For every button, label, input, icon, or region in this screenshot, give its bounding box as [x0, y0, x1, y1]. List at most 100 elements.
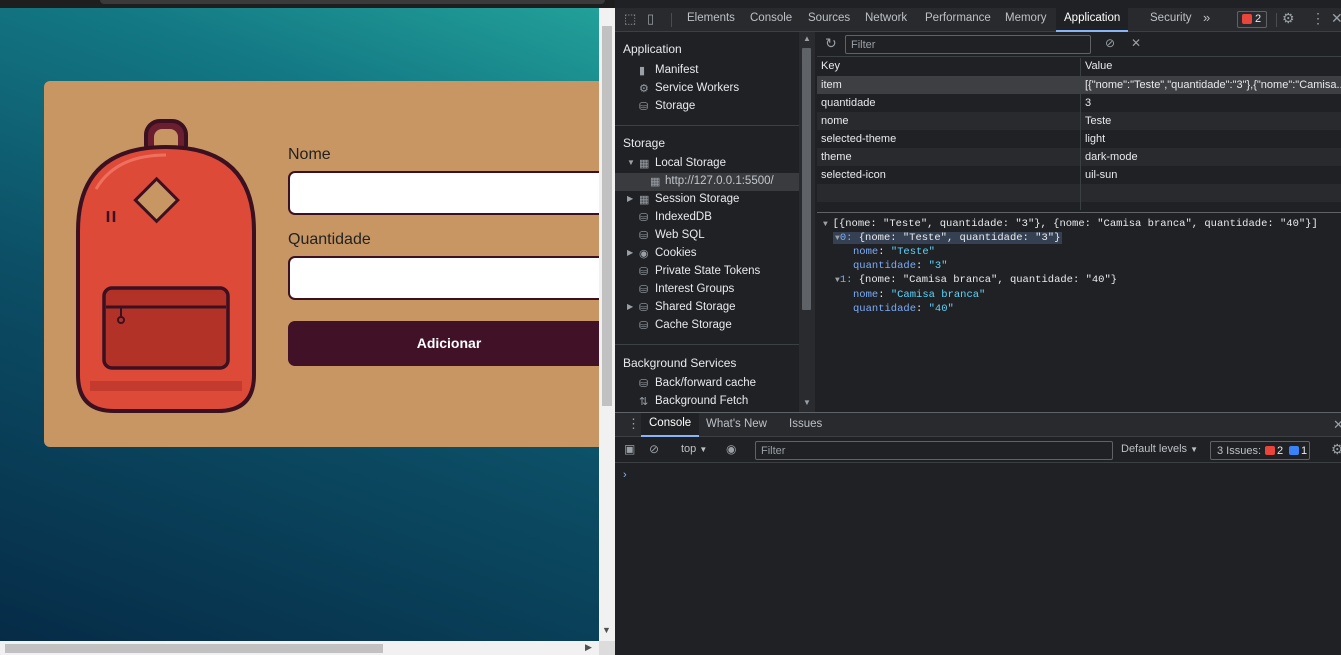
sidebar-scroll-thumb[interactable]	[802, 48, 811, 310]
tab-memory[interactable]: Memory	[1005, 12, 1047, 24]
sidebar-item-background-fetch[interactable]: ⇅ Background Fetch	[615, 393, 799, 411]
table-row[interactable]: quantidade 3	[817, 94, 1341, 112]
table-row[interactable]: item [{"nome":"Teste","quantidade":"3"},{…	[817, 76, 1341, 94]
tab-security[interactable]: Security	[1150, 12, 1192, 24]
backpack-illustration	[76, 119, 256, 413]
tab-performance[interactable]: Performance	[925, 12, 991, 24]
page-vertical-scrollbar[interactable]: ▼	[599, 8, 615, 641]
scroll-up-arrow-icon[interactable]: ▲	[803, 34, 811, 43]
column-header-key[interactable]: Key	[817, 58, 1080, 75]
column-divider[interactable]	[1080, 58, 1081, 210]
context-label: top	[681, 443, 697, 455]
issues-counter[interactable]: 3 Issues: 2 1	[1210, 441, 1310, 460]
nome-label: Nome	[288, 146, 331, 163]
tab-elements[interactable]: Elements	[687, 12, 735, 24]
gear-icon: ⚙	[639, 83, 649, 95]
tab-sources[interactable]: Sources	[808, 12, 850, 24]
sidebar-item-service-workers[interactable]: ⚙ Service Workers	[615, 80, 799, 98]
sidebar-item-manifest[interactable]: ▮ Manifest	[615, 62, 799, 80]
sidebar-item-cookies[interactable]: ▶ ◉ Cookies	[615, 245, 799, 263]
inspect-element-icon[interactable]: ⬚	[624, 11, 636, 27]
quantidade-label: Quantidade	[288, 231, 371, 248]
drawer-tab-console[interactable]: Console	[641, 413, 700, 437]
close-drawer-icon[interactable]: ✕	[1333, 417, 1341, 433]
sidebar-header-storage: Storage	[623, 136, 666, 150]
show-sidebar-icon[interactable]: ▣	[624, 442, 635, 456]
sidebar-item-shared-storage[interactable]: ▶ ⛁ Shared Storage	[615, 299, 799, 317]
sidebar-item-interest-groups[interactable]: ⛁ Interest Groups	[615, 281, 799, 299]
console-settings-icon[interactable]: ⚙	[1331, 441, 1341, 458]
tabbar-separator	[1276, 13, 1277, 27]
tabbar-separator	[671, 13, 672, 27]
delete-selected-icon[interactable]: ✕	[1131, 36, 1141, 50]
table-row[interactable]: nome Teste	[817, 112, 1341, 130]
live-expression-eye-icon[interactable]: ◉	[726, 442, 736, 456]
page-horizontal-scrollbar[interactable]: ▶	[0, 641, 599, 655]
preview-item-0[interactable]: ▼0: {nome: "Teste", quantidade: "3"}	[833, 232, 1063, 244]
drawer-menu-icon[interactable]: ⋮	[627, 416, 640, 432]
browser-window: Nome Quantidade Adicionar ▼ ▶ ⬚ ▯ Elemen…	[0, 0, 1341, 655]
sidebar-item-label: Service Workers	[655, 82, 740, 94]
clear-all-icon[interactable]: ⊘	[1105, 36, 1115, 50]
sidebar-item-session-storage[interactable]: ▶ ▦ Session Storage	[615, 191, 799, 209]
sidebar-item-storage[interactable]: ⛁ Storage	[615, 98, 799, 116]
page-vscroll-thumb[interactable]	[602, 26, 612, 406]
console-filter-input[interactable]: Filter	[755, 441, 1113, 460]
expand-down-icon[interactable]: ▼	[823, 220, 833, 229]
settings-gear-icon[interactable]: ⚙	[1282, 10, 1295, 27]
preview-root-line[interactable]: ▼ [{nome: "Teste", quantidade: "3"}, {no…	[823, 218, 1318, 230]
issues-info-count: 1	[1301, 445, 1308, 457]
sidebar-item-local-storage[interactable]: ▼ ▦ Local Storage	[615, 155, 799, 173]
page-hscroll-thumb[interactable]	[5, 644, 383, 653]
close-devtools-icon[interactable]: ✕	[1331, 10, 1341, 27]
column-header-value[interactable]: Value	[1081, 58, 1341, 75]
sidebar-item-cache-storage[interactable]: ⛁ Cache Storage	[615, 317, 799, 335]
expand-down-icon[interactable]: ▼	[627, 158, 635, 167]
sidebar-item-label: http://127.0.0.1:5500/	[665, 175, 774, 187]
drawer-tab-issues[interactable]: Issues	[789, 418, 822, 430]
form-card: Nome Quantidade Adicionar	[44, 81, 599, 447]
expand-right-icon[interactable]: ▶	[627, 194, 633, 203]
tab-application[interactable]: Application	[1056, 8, 1129, 32]
quantidade-input[interactable]	[288, 256, 599, 300]
sidebar-item-websql[interactable]: ⛁ Web SQL	[615, 227, 799, 245]
tab-console[interactable]: Console	[750, 12, 792, 24]
prop-value: "40"	[928, 303, 954, 315]
clear-console-icon[interactable]: ⊘	[649, 442, 659, 456]
drawer-tab-whats-new[interactable]: What's New	[706, 418, 767, 430]
storage-filter-input[interactable]: Filter	[845, 35, 1091, 54]
log-levels-dropdown[interactable]: Default levels ▼	[1121, 443, 1198, 455]
preview-root-text: [{nome: "Teste", quantidade: "3"}, {nome…	[832, 218, 1318, 230]
browser-top-strip	[0, 0, 615, 8]
grid-icon: ▦	[650, 176, 661, 188]
preview-item-1[interactable]: ▼1: {nome: "Camisa branca", quantidade: …	[833, 274, 1119, 286]
console-prompt[interactable]: ›	[623, 469, 627, 481]
device-toolbar-icon[interactable]: ▯	[647, 11, 654, 27]
row-key: selected-theme	[821, 133, 897, 145]
scroll-down-arrow-icon[interactable]: ▼	[803, 398, 811, 407]
more-tabs-icon[interactable]: »	[1203, 10, 1210, 25]
adicionar-button[interactable]: Adicionar	[288, 321, 599, 366]
sidebar-item-indexeddb[interactable]: ⛁ IndexedDB	[615, 209, 799, 227]
document-icon: ▮	[639, 65, 646, 77]
sidebar-scrollbar[interactable]: ▲ ▼	[799, 32, 815, 412]
refresh-icon[interactable]: ↻	[825, 35, 837, 52]
sidebar-item-local-origin[interactable]: ▦ http://127.0.0.1:5500/	[615, 173, 799, 191]
tab-network[interactable]: Network	[865, 12, 907, 24]
nome-input[interactable]	[288, 171, 599, 215]
scroll-down-arrow-icon[interactable]: ▼	[602, 625, 611, 635]
table-row[interactable]: selected-theme light	[817, 130, 1341, 148]
chevron-down-icon: ▼	[699, 445, 708, 454]
scroll-right-arrow-icon[interactable]: ▶	[585, 642, 592, 653]
error-count-badge[interactable]: 2	[1237, 11, 1267, 28]
context-selector[interactable]: top ▼	[681, 443, 707, 455]
prop-key: quantidade	[853, 303, 917, 315]
sidebar-item-private-state-tokens[interactable]: ⛁ Private State Tokens	[615, 263, 799, 281]
sidebar-item-bfcache[interactable]: ⛁ Back/forward cache	[615, 375, 799, 393]
table-row[interactable]: selected-icon uil-sun	[817, 166, 1341, 184]
expand-right-icon[interactable]: ▶	[627, 248, 633, 257]
expand-right-icon[interactable]: ▶	[627, 302, 633, 311]
kebab-menu-icon[interactable]: ⋮	[1311, 10, 1325, 27]
sidebar-item-label: Background Fetch	[655, 395, 749, 407]
table-row[interactable]: theme dark-mode	[817, 148, 1341, 166]
